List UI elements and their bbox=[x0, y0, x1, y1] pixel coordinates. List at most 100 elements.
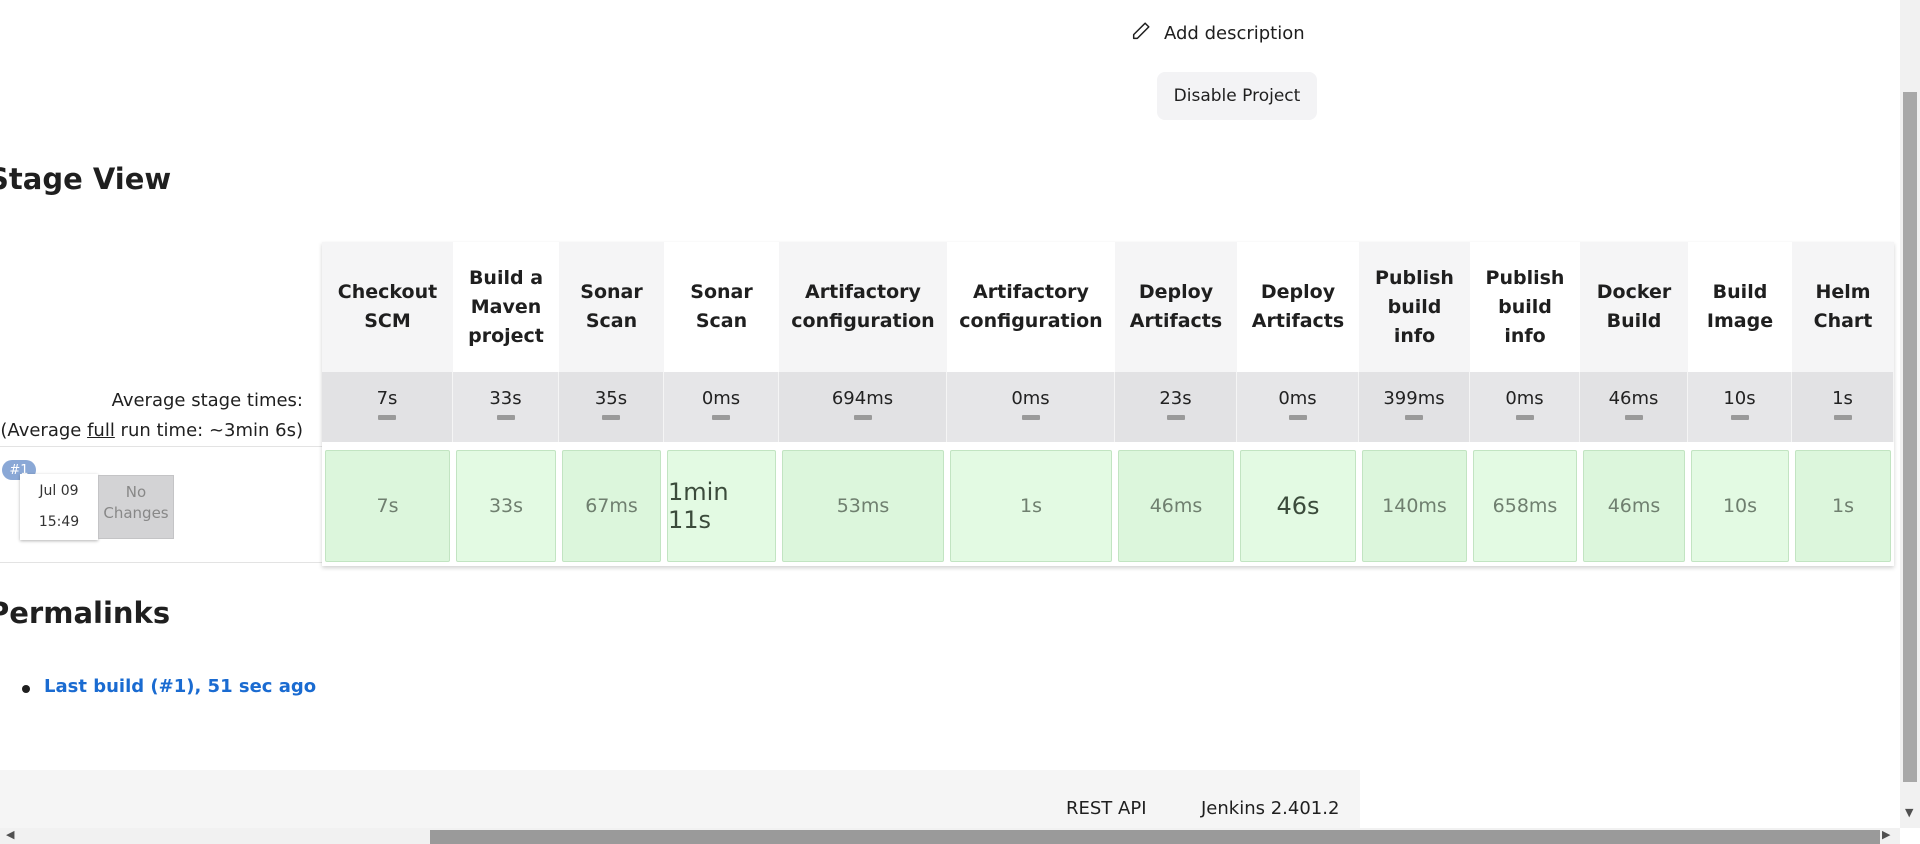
scroll-down-arrow-icon[interactable]: ▼ bbox=[1905, 806, 1913, 819]
stage-column: Deploy Artifacts 0ms 46s bbox=[1237, 242, 1359, 566]
stage-column: Artifactory configuration 0ms 1s bbox=[947, 242, 1115, 566]
stage-header: Helm Chart bbox=[1792, 242, 1894, 372]
stage-average-time: 1s bbox=[1792, 372, 1894, 442]
vertical-scrollbar-thumb[interactable] bbox=[1903, 92, 1917, 782]
build-time: 15:49 bbox=[38, 514, 80, 530]
footer: REST API Jenkins 2.401.2 bbox=[0, 770, 1360, 828]
row-divider-bottom bbox=[0, 562, 322, 563]
stage-average-time: 7s bbox=[322, 372, 453, 442]
stage-run-cell[interactable]: 46ms bbox=[1583, 450, 1685, 562]
average-time-bar bbox=[602, 415, 620, 420]
jenkins-version-link[interactable]: Jenkins 2.401.2 bbox=[1201, 798, 1339, 819]
stage-column: Build a Maven project 33s 33s bbox=[453, 242, 559, 566]
stage-average-time: 694ms bbox=[779, 372, 947, 442]
no-changes-box[interactable]: No Changes bbox=[98, 475, 174, 539]
stage-column: Artifactory configuration 694ms 53ms bbox=[779, 242, 947, 566]
average-time-bar bbox=[1166, 415, 1185, 420]
average-full-run-time-text: (Average full run time: ~3min 6s) bbox=[0, 420, 303, 441]
last-build-link[interactable]: Last build (#1), 51 sec ago bbox=[44, 676, 316, 697]
stage-run-cell[interactable]: 67ms bbox=[562, 450, 661, 562]
row-divider-top bbox=[0, 446, 322, 447]
average-time-value: 10s bbox=[1723, 388, 1756, 409]
average-stage-times-label: Average stage times: (Average full run t… bbox=[0, 386, 303, 446]
permalinks-list: Last build (#1), 51 sec ago bbox=[22, 676, 316, 697]
permalink-item: Last build (#1), 51 sec ago bbox=[22, 676, 316, 697]
average-stage-times-text: Average stage times: bbox=[111, 390, 303, 411]
stage-average-time: 35s bbox=[559, 372, 664, 442]
average-time-value: 46ms bbox=[1608, 388, 1659, 409]
average-time-bar bbox=[1730, 415, 1749, 420]
average-time-value: 399ms bbox=[1383, 388, 1445, 409]
average-time-value: 23s bbox=[1159, 388, 1192, 409]
stage-header: Sonar Scan bbox=[559, 242, 664, 372]
average-time-bar bbox=[1405, 415, 1423, 420]
vertical-scrollbar[interactable]: ▼ bbox=[1900, 0, 1920, 828]
average-time-value: 0ms bbox=[1505, 388, 1544, 409]
average-time-value: 0ms bbox=[701, 388, 741, 409]
stage-run-cell[interactable]: 7s bbox=[325, 450, 450, 562]
stage-header: Sonar Scan bbox=[664, 242, 779, 372]
stage-average-time: 33s bbox=[453, 372, 559, 442]
stage-column: Sonar Scan 35s 67ms bbox=[559, 242, 664, 566]
stage-column: Helm Chart 1s 1s bbox=[1792, 242, 1894, 566]
stage-header: Artifactory configuration bbox=[947, 242, 1115, 372]
average-time-bar bbox=[1624, 415, 1643, 420]
stage-column: Build Image 10s 10s bbox=[1688, 242, 1792, 566]
average-time-bar bbox=[1021, 415, 1040, 420]
average-time-value: 7s bbox=[376, 388, 398, 409]
average-time-bar bbox=[1515, 415, 1534, 420]
stage-average-time: 23s bbox=[1115, 372, 1237, 442]
stage-average-time: 10s bbox=[1688, 372, 1792, 442]
stage-run-cell[interactable]: 10s bbox=[1691, 450, 1789, 562]
full-run-link[interactable]: full bbox=[87, 420, 115, 441]
horizontal-scrollbar[interactable]: ◀ ▶ bbox=[0, 828, 1900, 844]
stage-run-cell[interactable]: 140ms bbox=[1362, 450, 1467, 562]
stage-run-cell[interactable]: 46s bbox=[1240, 450, 1356, 562]
average-time-value: 35s bbox=[594, 388, 628, 409]
stage-column: Docker Build 46ms 46ms bbox=[1580, 242, 1688, 566]
stage-average-time: 0ms bbox=[1237, 372, 1359, 442]
rest-api-link[interactable]: REST API bbox=[1066, 798, 1147, 819]
stage-header: Publish build info bbox=[1359, 242, 1470, 372]
stage-run-cell[interactable]: 33s bbox=[456, 450, 556, 562]
stage-column: Deploy Artifacts 23s 46ms bbox=[1115, 242, 1237, 566]
stage-header: Deploy Artifacts bbox=[1115, 242, 1237, 372]
stage-average-time: 0ms bbox=[1470, 372, 1580, 442]
build-date-box[interactable]: Jul 09 15:49 bbox=[20, 474, 98, 540]
pencil-icon bbox=[1130, 20, 1152, 47]
average-time-value: 0ms bbox=[1011, 388, 1050, 409]
average-time-bar bbox=[1833, 415, 1852, 420]
stage-header: Artifactory configuration bbox=[779, 242, 947, 372]
add-description-link[interactable]: Add description bbox=[1130, 20, 1305, 47]
stage-header: Build Image bbox=[1688, 242, 1792, 372]
stage-header: Deploy Artifacts bbox=[1237, 242, 1359, 372]
average-time-value: 694ms bbox=[831, 388, 894, 409]
build-date: Jul 09 bbox=[39, 483, 79, 499]
average-time-bar bbox=[1288, 415, 1307, 420]
scroll-right-arrow-icon[interactable]: ▶ bbox=[1882, 828, 1890, 841]
stage-view-title: Stage View bbox=[0, 162, 172, 196]
stage-average-time: 46ms bbox=[1580, 372, 1688, 442]
stage-run-cell[interactable]: 1s bbox=[950, 450, 1112, 562]
stage-average-time: 0ms bbox=[947, 372, 1115, 442]
stage-header: Build a Maven project bbox=[453, 242, 559, 372]
stage-column: Checkout SCM 7s 7s bbox=[322, 242, 453, 566]
stage-run-cell[interactable]: 46ms bbox=[1118, 450, 1234, 562]
horizontal-scrollbar-thumb[interactable] bbox=[430, 830, 1880, 844]
scroll-left-arrow-icon[interactable]: ◀ bbox=[6, 828, 14, 841]
stage-run-cell[interactable]: 658ms bbox=[1473, 450, 1577, 562]
stage-column: Sonar Scan 0ms 1min 11s bbox=[664, 242, 779, 566]
average-time-value: 1s bbox=[1832, 388, 1853, 409]
stage-column: Publish build info 0ms 658ms bbox=[1470, 242, 1580, 566]
add-description-label: Add description bbox=[1164, 23, 1305, 44]
permalinks-title: Permalinks bbox=[0, 596, 171, 630]
stage-run-cell[interactable]: 1min 11s bbox=[667, 450, 776, 562]
stage-view-table: Checkout SCM 7s 7s Build a Maven project 33s… bbox=[322, 242, 1894, 566]
stage-run-cell[interactable]: 1s bbox=[1795, 450, 1891, 562]
stage-average-time: 0ms bbox=[664, 372, 779, 442]
average-time-bar bbox=[853, 415, 872, 420]
disable-project-button[interactable]: Disable Project bbox=[1157, 72, 1317, 120]
average-time-bar bbox=[496, 415, 515, 420]
stage-average-time: 399ms bbox=[1359, 372, 1470, 442]
stage-run-cell[interactable]: 53ms bbox=[782, 450, 944, 562]
